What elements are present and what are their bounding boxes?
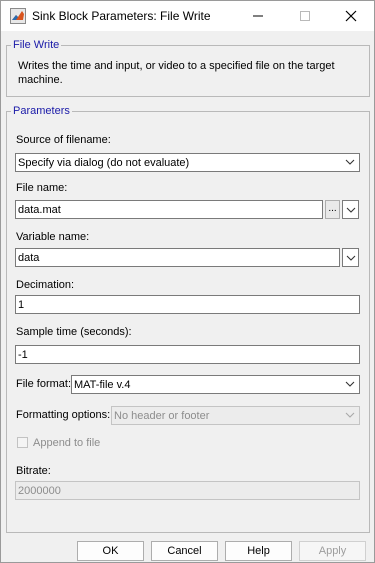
close-button[interactable] [328, 1, 374, 31]
decimation-label: Decimation: [16, 279, 75, 291]
title-bar[interactable]: Sink Block Parameters: File Write [1, 1, 374, 31]
file-format-label: File format: [16, 378, 72, 390]
formatting-options-value: No header or footer [114, 410, 210, 422]
help-button[interactable]: Help [225, 541, 292, 561]
maximize-button[interactable] [282, 1, 328, 31]
source-of-filename-label: Source of filename: [16, 134, 111, 146]
source-of-filename-dropdown[interactable]: Specify via dialog (do not evaluate) [15, 153, 360, 172]
maximize-icon [300, 11, 310, 21]
file-name-field[interactable]: data.mat [15, 200, 323, 219]
formatting-options-dropdown[interactable]: No header or footer [111, 406, 360, 425]
chevron-down-icon [345, 159, 355, 165]
file-format-value: MAT-file v.4 [74, 379, 131, 391]
browse-file-button[interactable]: ... [325, 200, 340, 219]
block-description: Writes the time and input, or video to a… [18, 60, 335, 86]
variable-name-value: data [18, 252, 40, 264]
decimation-field[interactable]: 1 [15, 295, 360, 314]
cancel-button[interactable]: Cancel [151, 541, 218, 561]
matlab-app-icon [10, 8, 26, 24]
file-name-label: File name: [16, 182, 68, 194]
file-write-legend: File Write [11, 39, 62, 51]
file-name-options-button[interactable] [342, 200, 359, 219]
chevron-down-icon [345, 381, 355, 387]
ok-button[interactable]: OK [77, 541, 144, 561]
bitrate-label: Bitrate: [16, 465, 51, 477]
variable-name-options-button[interactable] [342, 248, 359, 267]
parameters-legend: Parameters [11, 105, 72, 117]
chevron-down-icon [346, 255, 356, 261]
append-to-file-checkbox[interactable] [17, 437, 28, 448]
minimize-icon [253, 15, 263, 17]
file-format-dropdown[interactable]: MAT-file v.4 [71, 375, 360, 394]
dialog-window: Sink Block Parameters: File Write File W… [0, 0, 375, 563]
append-to-file-label: Append to file [33, 437, 101, 449]
source-of-filename-value: Specify via dialog (do not evaluate) [18, 157, 190, 169]
close-icon [345, 10, 357, 22]
parameters-group [6, 111, 370, 533]
sample-time-value: -1 [18, 349, 28, 361]
bitrate-field[interactable]: 2000000 [15, 481, 360, 500]
variable-name-field[interactable]: data [15, 248, 340, 267]
minimize-button[interactable] [235, 1, 281, 31]
sample-time-label: Sample time (seconds): [16, 326, 132, 338]
formatting-options-label: Formatting options: [16, 409, 111, 421]
bitrate-value: 2000000 [18, 485, 61, 497]
window-title: Sink Block Parameters: File Write [32, 9, 211, 23]
chevron-down-icon [345, 412, 355, 418]
chevron-down-icon [346, 207, 356, 213]
sample-time-field[interactable]: -1 [15, 345, 360, 364]
variable-name-label: Variable name: [16, 231, 90, 243]
decimation-value: 1 [18, 299, 25, 311]
file-name-value: data.mat [18, 204, 61, 216]
apply-button[interactable]: Apply [299, 541, 366, 561]
